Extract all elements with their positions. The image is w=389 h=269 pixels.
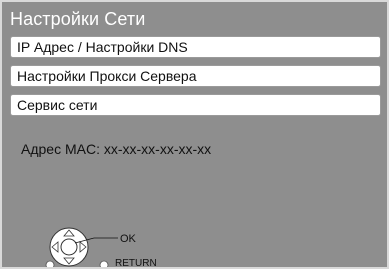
return-label: RETURN bbox=[115, 258, 157, 269]
dpad-icon bbox=[45, 227, 118, 267]
menu-item-ip-dns[interactable]: IP Адрес / Настройки DNS bbox=[10, 36, 381, 58]
ok-label: OK bbox=[120, 233, 136, 245]
mac-label: Адрес MAC: bbox=[21, 141, 100, 157]
remote-hints: OK RETURN bbox=[42, 220, 182, 269]
menu-item-proxy[interactable]: Настройки Прокси Сервера bbox=[10, 65, 381, 87]
mac-value: xx-xx-xx-xx-xx-xx bbox=[103, 141, 212, 157]
page-title: Настройки Сети bbox=[10, 9, 146, 29]
network-settings-screen: Настройки Сети IP Адрес / Настройки DNS … bbox=[0, 0, 389, 269]
menu-item-network-service[interactable]: Сервис сети bbox=[10, 94, 381, 116]
mac-address: Адрес MAC: xx-xx-xx-xx-xx-xx bbox=[21, 141, 211, 157]
return-button-icon bbox=[99, 260, 109, 267]
